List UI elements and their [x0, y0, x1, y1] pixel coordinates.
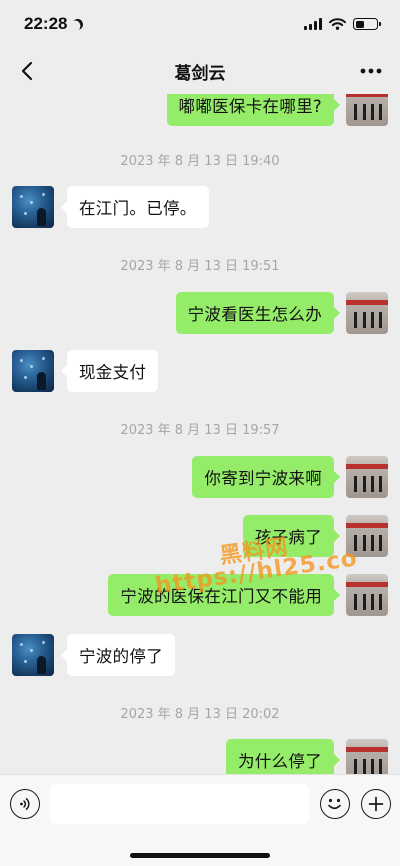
- chevron-left-icon: [21, 61, 33, 81]
- self-avatar[interactable]: [346, 94, 388, 126]
- contact-avatar[interactable]: [12, 634, 54, 676]
- contact-avatar[interactable]: [12, 350, 54, 392]
- message-bubble-outgoing[interactable]: 孩子病了: [242, 515, 341, 557]
- chat-title: 葛剑云: [174, 63, 226, 83]
- battery-icon: [353, 18, 381, 30]
- more-icon: [360, 68, 382, 74]
- emoji-button[interactable]: [320, 789, 350, 819]
- self-avatar[interactable]: [346, 515, 388, 557]
- voice-button[interactable]: [10, 789, 40, 819]
- message-timestamp: 2023 年 8 月 13 日 19:40: [120, 154, 280, 169]
- back-button[interactable]: [12, 56, 42, 86]
- self-avatar[interactable]: [346, 739, 388, 774]
- message-bubble-outgoing[interactable]: 为什么停了: [226, 739, 340, 774]
- status-time: 22:28: [24, 14, 68, 33]
- message-bubble-incoming[interactable]: 现金支付: [60, 350, 159, 392]
- status-time-group: 22:28: [24, 14, 83, 34]
- contact-avatar[interactable]: [12, 186, 54, 228]
- status-icons: [304, 18, 381, 30]
- self-avatar[interactable]: [346, 574, 388, 616]
- message-bubble-outgoing[interactable]: 宁波的医保在江门又不能用: [108, 574, 340, 616]
- message-bubble-incoming[interactable]: 在江门。已停。: [61, 186, 209, 228]
- more-button[interactable]: [356, 56, 386, 86]
- message-timestamp: 2023 年 8 月 13 日 19:57: [120, 423, 280, 438]
- moon-icon: [70, 16, 85, 31]
- plus-button[interactable]: [361, 789, 391, 819]
- chat-header: 葛剑云: [0, 48, 400, 94]
- signal-icon: [304, 18, 322, 30]
- home-indicator: [130, 853, 270, 858]
- message-list[interactable]: 嘟嘟医保卡在哪里? 2023 年 8 月 13 日 19:40 在江门。已停。 …: [0, 94, 400, 774]
- message-bubble-outgoing[interactable]: 嘟嘟医保卡在哪里?: [166, 94, 341, 126]
- voice-icon: [20, 798, 30, 810]
- emoji-icon: [328, 798, 341, 810]
- plus-icon: [368, 796, 384, 812]
- self-avatar[interactable]: [346, 292, 388, 334]
- message-timestamp: 2023 年 8 月 13 日 20:02: [120, 707, 280, 722]
- self-avatar[interactable]: [346, 456, 388, 498]
- message-input[interactable]: [50, 784, 309, 824]
- message-bubble-incoming[interactable]: 宁波的停了: [61, 634, 175, 676]
- wifi-icon: [329, 18, 346, 30]
- input-bar: [0, 774, 400, 866]
- message-timestamp: 2023 年 8 月 13 日 19:51: [120, 259, 280, 274]
- message-bubble-outgoing[interactable]: 宁波看医生怎么办: [175, 292, 341, 334]
- status-bar: 22:28: [0, 0, 400, 48]
- message-bubble-outgoing[interactable]: 你寄到宁波来啊: [192, 456, 340, 498]
